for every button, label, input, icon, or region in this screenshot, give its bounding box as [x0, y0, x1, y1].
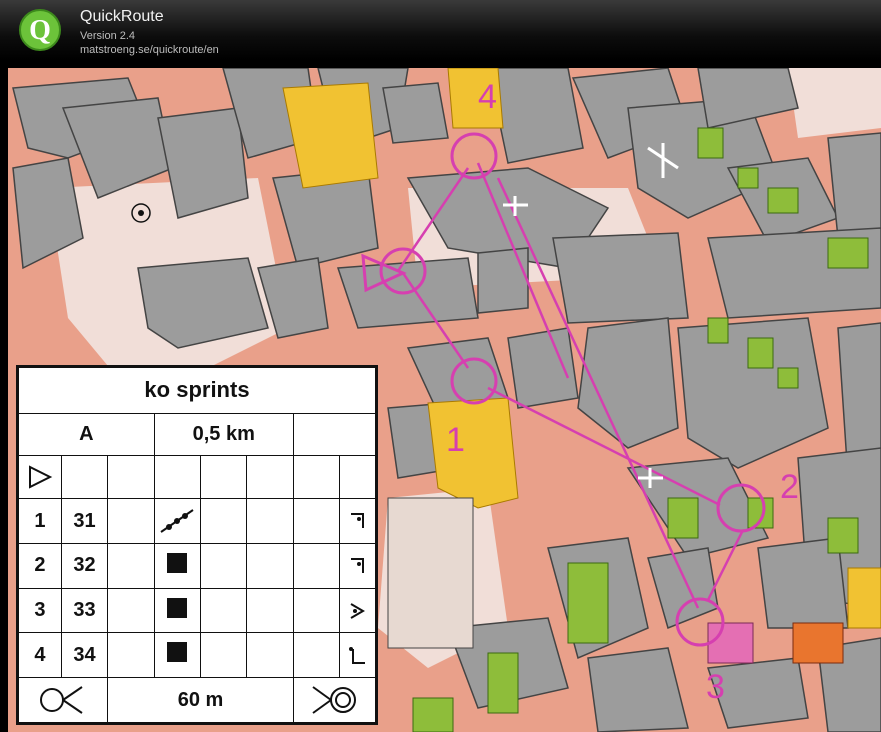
corner-icon	[339, 498, 376, 544]
start-row	[18, 455, 376, 500]
control-row: 1 31	[18, 498, 376, 544]
event-title: ko sprints	[18, 367, 376, 414]
square-feature-icon	[153, 542, 202, 589]
quickroute-logo-icon: Q	[19, 9, 61, 51]
hatched-area	[707, 622, 754, 664]
control-number: 4	[478, 78, 497, 116]
control-code: 32	[60, 542, 109, 589]
control-num: 1	[18, 498, 62, 544]
corner-icon	[339, 542, 376, 589]
finish-funnel-start-icon	[17, 677, 109, 723]
course-length: 0,5 km	[153, 412, 294, 457]
start-triangle-icon	[18, 455, 62, 500]
square-feature-icon	[153, 587, 202, 634]
control-code: 31	[60, 498, 109, 544]
control-row: 2 32	[18, 542, 376, 589]
empty-cell	[292, 412, 377, 457]
control-row: 4 34	[18, 632, 376, 679]
finish-distance: 60 m	[107, 677, 294, 723]
app-title: QuickRoute	[80, 8, 164, 25]
svg-text:Q: Q	[29, 15, 51, 46]
monument-dot-icon	[138, 210, 144, 216]
angle-icon	[339, 587, 376, 634]
control-num: 2	[18, 542, 62, 589]
control-description-table: ko sprints A 0,5 km 1 31 2 32 3 33 4 34 …	[17, 367, 377, 723]
control-description-sheet: ko sprints A 0,5 km 1 31 2 32 3 33 4 34 …	[16, 365, 378, 725]
app-version: Version 2.4	[80, 30, 136, 42]
control-number: 1	[446, 421, 465, 459]
paved-area	[788, 68, 881, 138]
course-name: A	[18, 412, 155, 457]
dotted-area	[387, 497, 474, 649]
control-code: 33	[60, 587, 109, 634]
hatched-area	[792, 622, 844, 664]
control-code: 34	[60, 632, 109, 679]
finish-row: 60 m	[17, 677, 377, 723]
app-url[interactable]: matstroeng.se/quickroute/en	[80, 44, 219, 56]
app-title-bar: Q QuickRoute Version 2.4 matstroeng.se/q…	[0, 0, 881, 60]
corner-dot-icon	[339, 632, 376, 679]
control-num: 4	[18, 632, 62, 679]
line-feature-icon	[153, 498, 202, 544]
control-num: 3	[18, 587, 62, 634]
control-row: 3 33	[18, 587, 376, 634]
control-number: 3	[706, 668, 725, 706]
square-feature-icon	[153, 632, 202, 679]
control-number: 2	[780, 468, 799, 506]
finish-circle-icon	[292, 677, 377, 723]
